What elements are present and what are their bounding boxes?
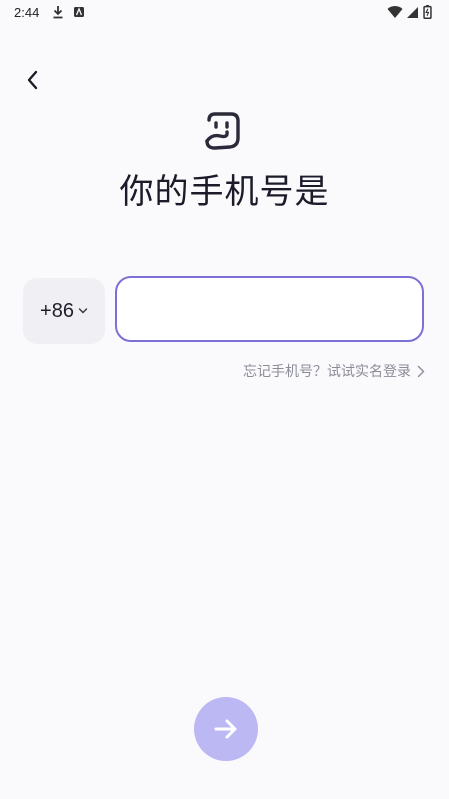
country-code-value: +86	[40, 299, 74, 322]
next-button[interactable]	[194, 697, 258, 761]
download-icon	[53, 6, 63, 19]
chevron-left-icon	[27, 70, 38, 90]
cellular-signal-icon	[407, 7, 418, 18]
forgot-phone-link-label: 忘记手机号？试试实名登录	[243, 364, 411, 380]
forgot-phone-link[interactable]: 忘记手机号？试试实名登录	[243, 361, 425, 381]
country-code-selector[interactable]: +86	[23, 278, 105, 344]
back-button[interactable]	[18, 66, 46, 94]
battery-charging-icon	[423, 5, 432, 19]
chevron-down-icon	[78, 308, 88, 314]
phone-number-input[interactable]	[115, 276, 424, 342]
wifi-icon	[387, 6, 403, 19]
status-bar: 2:44	[0, 0, 449, 26]
arrow-right-icon	[214, 719, 237, 739]
notification-app-icon	[74, 7, 84, 17]
app-logo-icon	[205, 112, 240, 150]
status-time: 2:44	[14, 5, 40, 20]
chevron-right-icon	[417, 365, 425, 377]
page-title: 你的手机号是	[119, 172, 330, 212]
